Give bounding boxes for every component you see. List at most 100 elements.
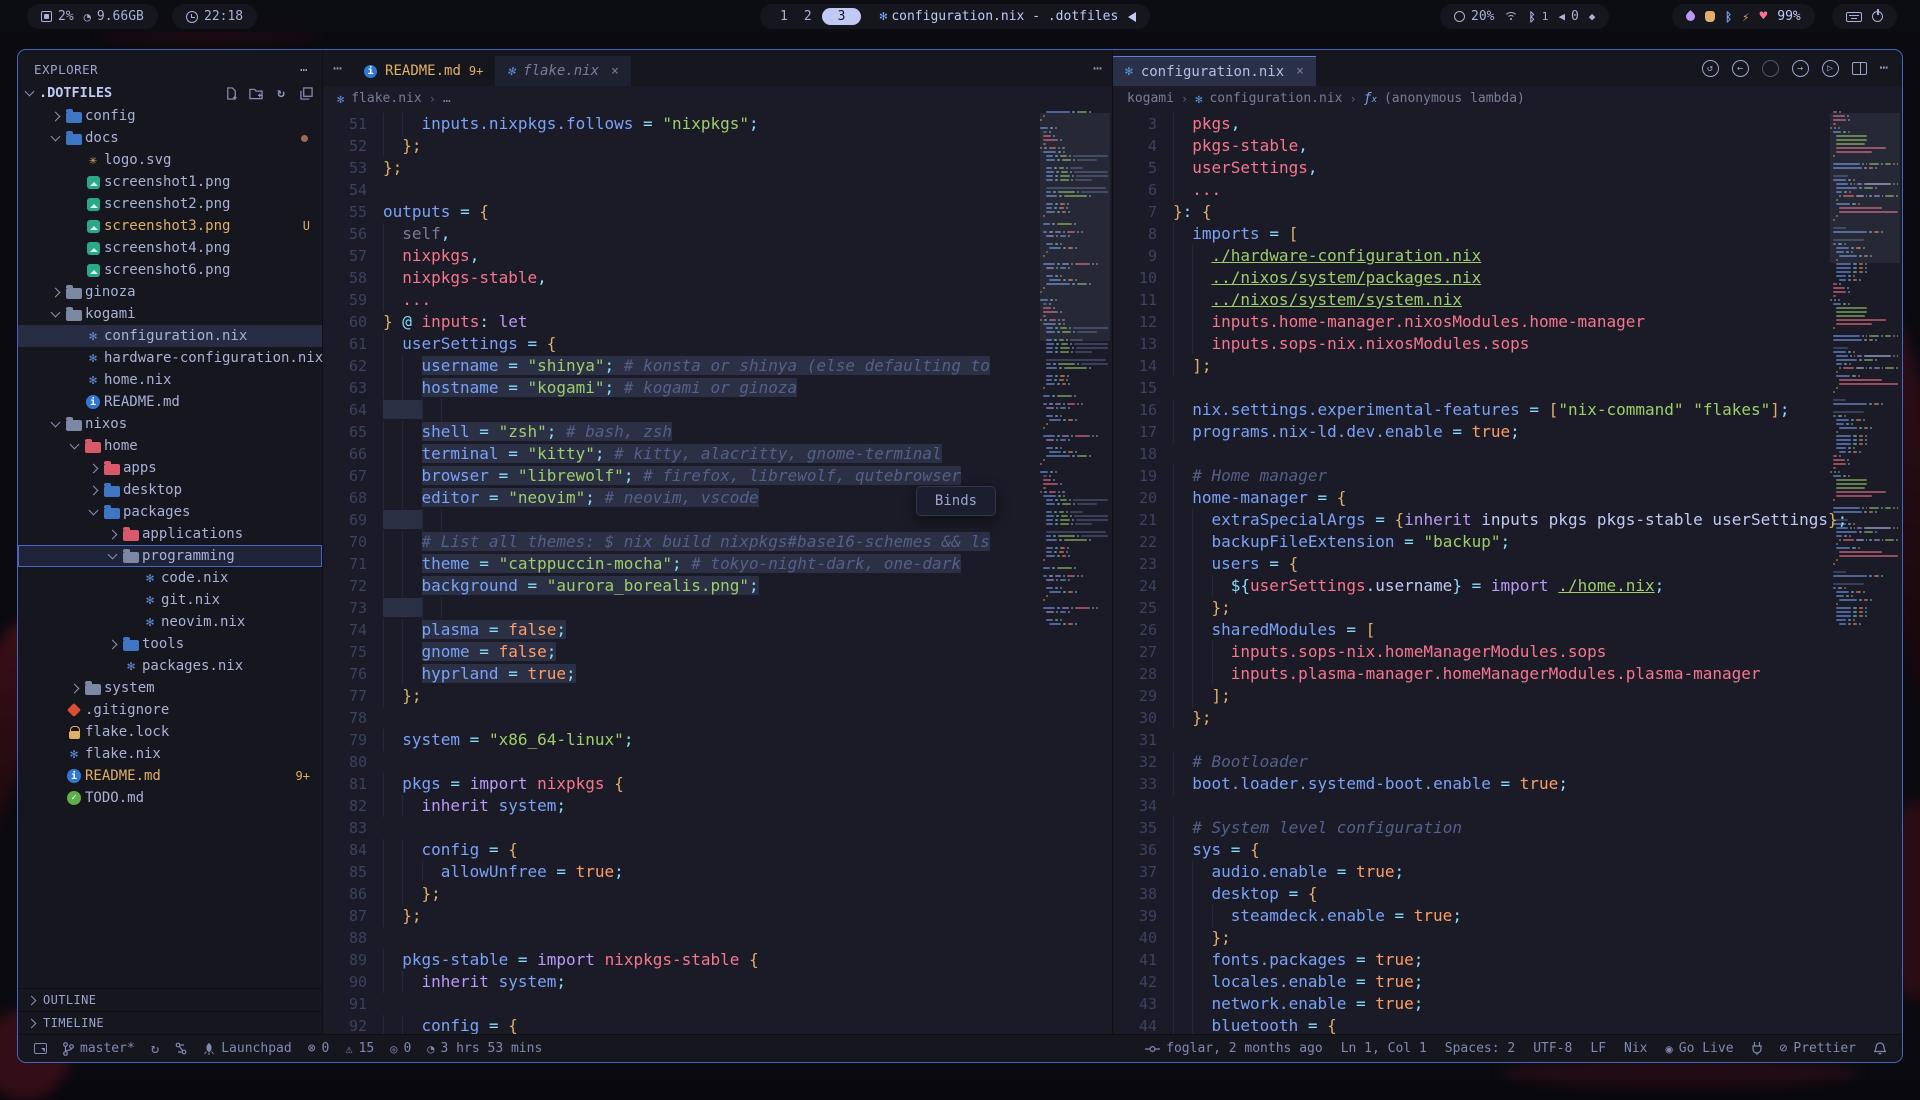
- tree-item-neovim-nix[interactable]: ✻neovim.nix: [18, 611, 322, 633]
- breadcrumb-item[interactable]: …: [443, 91, 451, 106]
- status-item-compare-icon[interactable]: [175, 1042, 187, 1055]
- tree-item-label: hardware-configuration.nix: [104, 350, 323, 366]
- status-item-nix[interactable]: Nix: [1624, 1041, 1647, 1056]
- status-item-3-hrs-53-mins[interactable]: ◔3 hrs 53 mins: [427, 1041, 542, 1056]
- new-file-icon[interactable]: [223, 85, 239, 101]
- tree-item-configuration-nix[interactable]: ✻configuration.nix: [18, 325, 322, 347]
- run-icon[interactable]: ▷: [1822, 60, 1839, 77]
- close-icon[interactable]: ×: [1296, 64, 1304, 79]
- status-item-remote-icon[interactable]: [34, 1043, 47, 1054]
- tray-devices-pill[interactable]: ᛒ ⚡ ♥ 99%: [1672, 4, 1815, 29]
- folder-icon: [123, 552, 139, 563]
- tree-item-readme-md[interactable]: iREADME.md9+: [18, 765, 322, 787]
- code-line: 52 };: [323, 135, 1112, 157]
- left-breadcrumb[interactable]: ✻ flake.nix › …: [323, 86, 1112, 111]
- refresh-icon[interactable]: ↻: [273, 85, 289, 101]
- tree-item-docs[interactable]: docs: [18, 127, 322, 149]
- tree-item--gitignore[interactable]: .gitignore: [18, 699, 322, 721]
- status-item-lf[interactable]: LF: [1590, 1041, 1606, 1056]
- tree-item-todo-md[interactable]: ✓TODO.md: [18, 787, 322, 809]
- tree-item-home[interactable]: home: [18, 435, 322, 457]
- tree-item-packages-nix[interactable]: ✻packages.nix: [18, 655, 322, 677]
- outline-section[interactable]: OUTLINE: [18, 988, 322, 1011]
- code-line: 59 ...: [323, 289, 1112, 311]
- tree-item-flake-lock[interactable]: flake.lock: [18, 721, 322, 743]
- status-item-0[interactable]: ⊗0: [308, 1041, 330, 1056]
- status-item-label: 15: [359, 1041, 375, 1056]
- status-item-prettier[interactable]: ⊘Prettier: [1780, 1041, 1856, 1056]
- tree-item-screenshot1-png[interactable]: screenshot1.png: [18, 171, 322, 193]
- clock-pill[interactable]: 22:18: [172, 4, 257, 29]
- tree-item-hardware-configuration-nix[interactable]: ✻hardware-configuration.nix: [18, 347, 322, 369]
- editor-actions-more-icon[interactable]: ⋯: [1083, 59, 1112, 77]
- history-icon[interactable]: ↺: [1702, 60, 1719, 77]
- breadcrumb-item[interactable]: kogami: [1127, 91, 1174, 106]
- tab-flake-nix[interactable]: ✻ flake.nix ×: [495, 56, 631, 86]
- workspace-3-active[interactable]: 3: [822, 8, 862, 25]
- system-stats-pill[interactable]: 2% ◔ 9.66GB: [27, 4, 158, 29]
- tree-item-screenshot4-png[interactable]: screenshot4.png: [18, 237, 322, 259]
- explorer-more-icon[interactable]: ⋯: [300, 62, 308, 77]
- collapse-all-icon[interactable]: [298, 85, 314, 101]
- nix-icon: ✻: [1195, 93, 1202, 105]
- tree-item-ginoza[interactable]: ginoza: [18, 281, 322, 303]
- workspace-title-pill: 1 2 3 ✻ configuration.nix - .dotfiles: [760, 4, 1150, 29]
- tree-item-system[interactable]: system: [18, 677, 322, 699]
- tree-item-screenshot3-png[interactable]: screenshot3.pngU: [18, 215, 322, 237]
- breadcrumb-item[interactable]: flake.nix: [351, 91, 421, 106]
- tab-overflow-icon[interactable]: ⋯: [323, 59, 352, 77]
- tree-item-flake-nix[interactable]: ✻flake.nix: [18, 743, 322, 765]
- status-item-utf-8[interactable]: UTF-8: [1533, 1041, 1572, 1056]
- back-icon[interactable]: ←: [1732, 60, 1749, 77]
- status-item-go-live[interactable]: ◉Go Live: [1666, 1041, 1734, 1056]
- tree-item-nixos[interactable]: nixos: [18, 413, 322, 435]
- tree-item-kogami[interactable]: kogami: [18, 303, 322, 325]
- explorer-root-folder[interactable]: .DOTFILES ↻: [18, 81, 322, 105]
- status-item-spaces-2[interactable]: Spaces: 2: [1445, 1041, 1515, 1056]
- tree-item-config[interactable]: config: [18, 105, 322, 127]
- status-item-0[interactable]: ◎0: [390, 1041, 411, 1056]
- tree-item-programming[interactable]: programming: [18, 545, 322, 567]
- tree-item-logo-svg[interactable]: ✳logo.svg: [18, 149, 322, 171]
- tab-readme[interactable]: i README.md 9+: [352, 56, 495, 86]
- status-item-15[interactable]: ⚠15: [345, 1041, 374, 1056]
- left-code-editor[interactable]: 51 inputs.nixpkgs.follows = "nixpkgs";52…: [323, 111, 1112, 1034]
- tab-configuration-nix[interactable]: ✻ configuration.nix ×: [1113, 56, 1316, 86]
- status-item-master-[interactable]: master*: [63, 1041, 135, 1056]
- tree-item-label: packages: [123, 504, 190, 520]
- status-item-plug-icon[interactable]: [1752, 1042, 1762, 1055]
- cpu-icon: [41, 11, 52, 22]
- more-actions-icon[interactable]: ⋯: [1880, 60, 1888, 76]
- forward-icon[interactable]: →: [1792, 60, 1809, 77]
- status-item-foglar[interactable]: foglar, 2 months ago: [1145, 1041, 1323, 1056]
- tree-item-git-nix[interactable]: ✻git.nix: [18, 589, 322, 611]
- right-breadcrumb[interactable]: kogami › ✻ configuration.nix › ƒx (anony…: [1113, 86, 1902, 111]
- tray-status-pill[interactable]: 20% ᛒ 1 ◀ 0 ◆: [1440, 4, 1609, 29]
- workspace-2[interactable]: 2: [798, 9, 818, 24]
- status-item-bell-icon[interactable]: [1874, 1042, 1886, 1055]
- close-icon[interactable]: ×: [611, 64, 619, 79]
- breadcrumb-item[interactable]: (anonymous lambda): [1384, 91, 1525, 106]
- tree-item-screenshot6-png[interactable]: screenshot6.png: [18, 259, 322, 281]
- tree-item-packages[interactable]: packages: [18, 501, 322, 523]
- tree-item-screenshot2-png[interactable]: screenshot2.png: [18, 193, 322, 215]
- status-item-ln-1[interactable]: Ln 1, Col 1: [1341, 1041, 1427, 1056]
- status-item-sync-icon[interactable]: ↻: [151, 1041, 159, 1057]
- tray-power-pill[interactable]: [1832, 4, 1897, 29]
- tree-item-desktop[interactable]: desktop: [18, 479, 322, 501]
- workspace-1[interactable]: 1: [774, 9, 794, 24]
- new-folder-icon[interactable]: [248, 85, 264, 101]
- tree-item-apps[interactable]: apps: [18, 457, 322, 479]
- right-code-editor[interactable]: 3 pkgs,4 pkgs-stable,5 userSettings,6 ..…: [1113, 111, 1902, 1034]
- timeline-section[interactable]: TIMELINE: [18, 1011, 322, 1034]
- split-editor-icon[interactable]: [1852, 62, 1867, 75]
- tree-item-label: home: [104, 438, 138, 454]
- tree-item-tools[interactable]: tools: [18, 633, 322, 655]
- tree-item-applications[interactable]: applications: [18, 523, 322, 545]
- breadcrumb-item[interactable]: configuration.nix: [1209, 91, 1342, 106]
- tree-item-home-nix[interactable]: ✻home.nix: [18, 369, 322, 391]
- tree-item-code-nix[interactable]: ✻code.nix: [18, 567, 322, 589]
- circle-icon[interactable]: [1762, 60, 1779, 77]
- status-item-launchpad[interactable]: Launchpad: [203, 1041, 291, 1056]
- tree-item-readme-md[interactable]: iREADME.md: [18, 391, 322, 413]
